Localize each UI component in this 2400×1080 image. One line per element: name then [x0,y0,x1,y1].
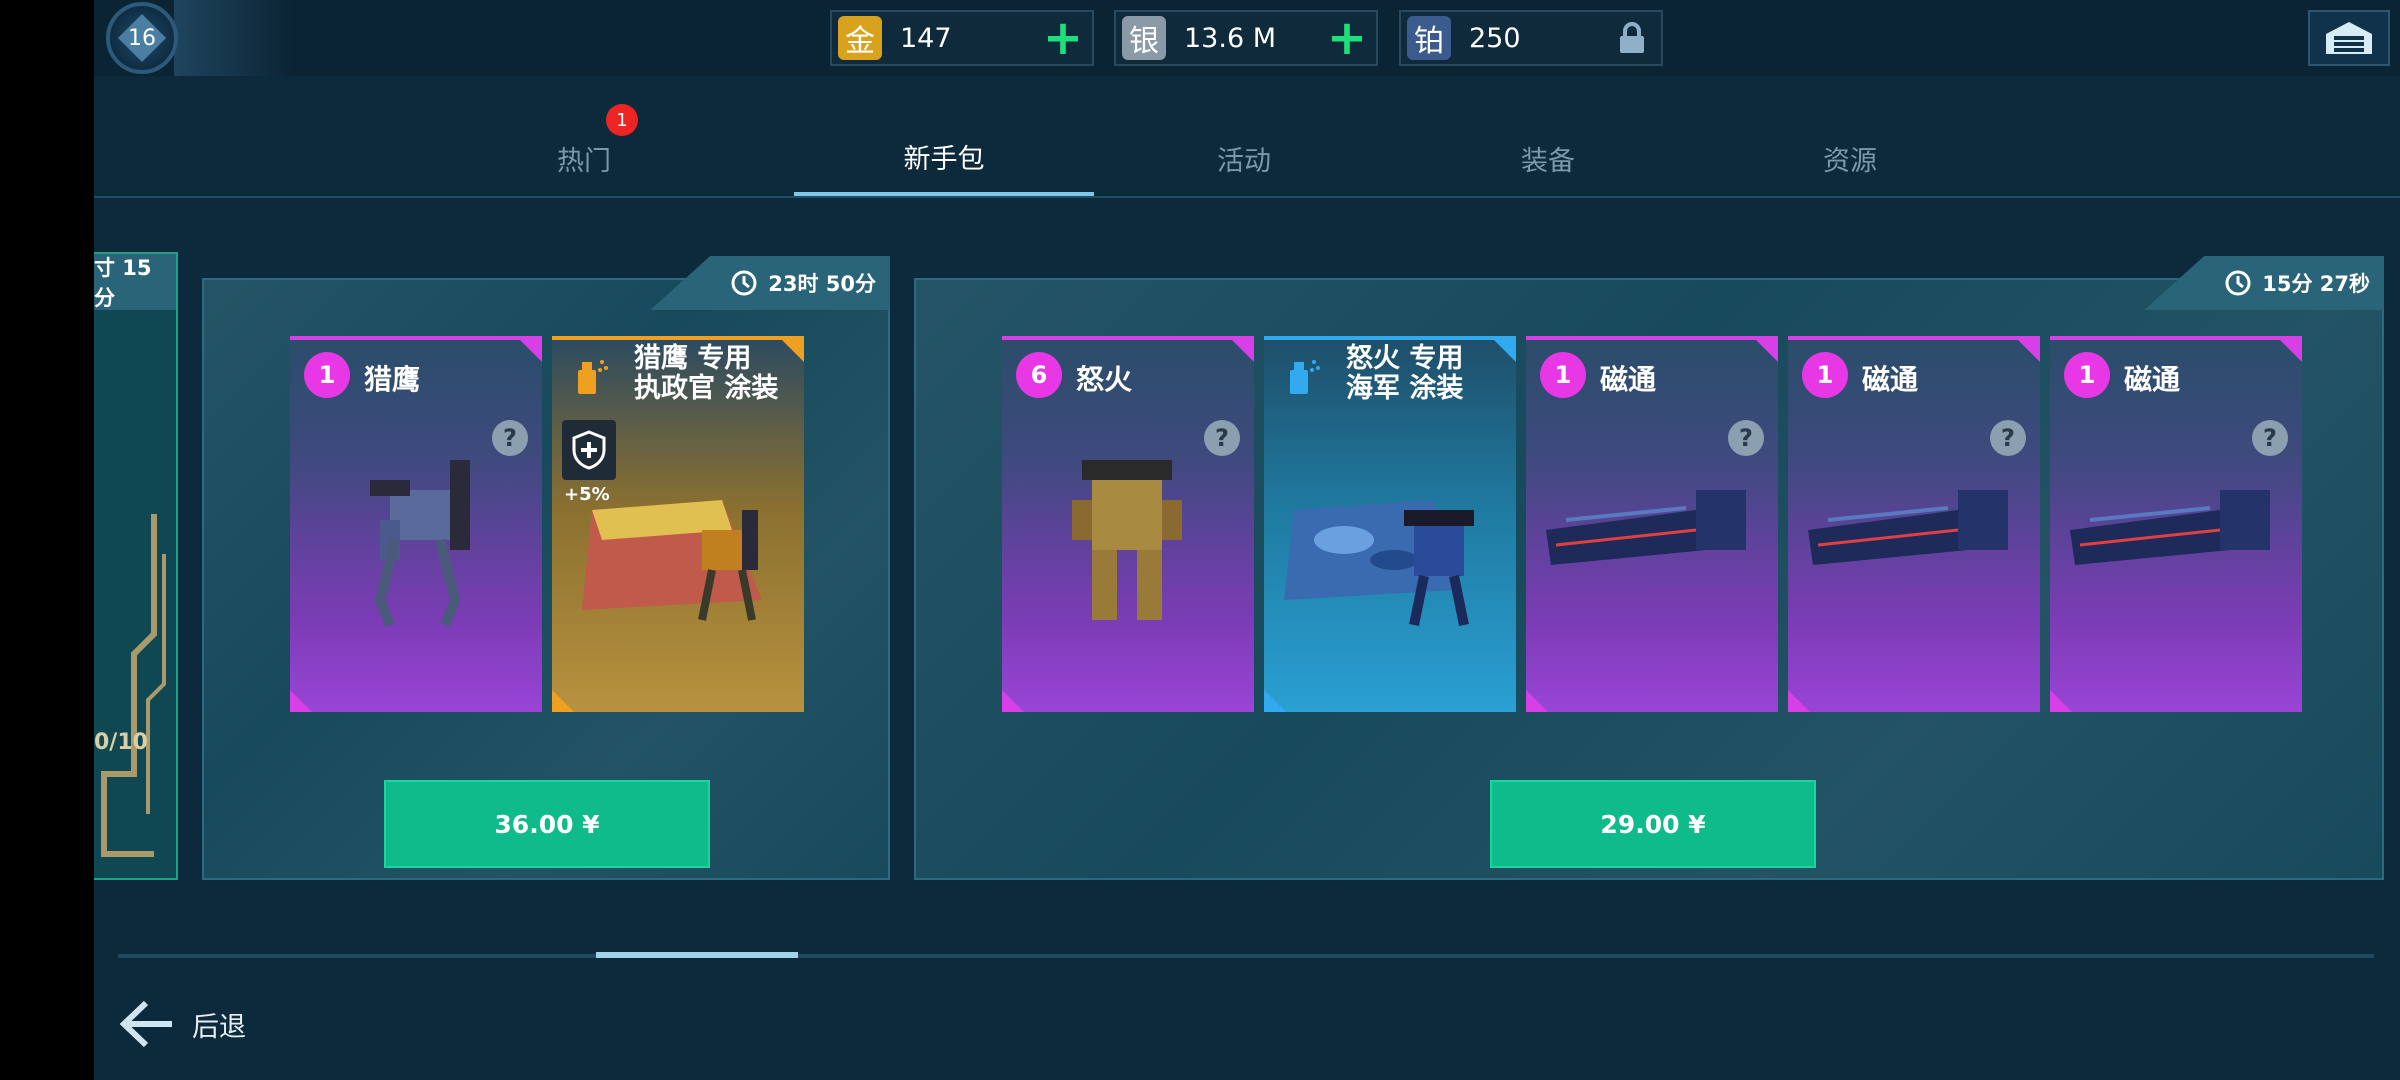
add-gold-button[interactable]: + [1042,10,1084,66]
shop-screen: 16 金 147 + 银 13.6 M + 铂 250 热门 1 新手包 活动 … [94,0,2400,1080]
buy-offer-button[interactable]: 29.00 ¥ [1490,780,1816,868]
scrollbar-thumb[interactable] [596,952,798,958]
item-name: 怒火 专用 海军 涂装 [1346,343,1464,404]
offer-item-card[interactable]: 怒火 专用 海军 涂装 [1264,336,1516,712]
item-name: 磁通 [1862,363,1919,396]
previous-offer-card[interactable]: 寸 15分 0/10 [94,252,178,880]
weapon-flux-icon [1808,490,2008,565]
weapon-flux-icon [1546,490,1746,565]
top-bar: 16 金 147 + 银 13.6 M + 铂 250 [94,0,2400,76]
robot-fury-icon [1072,460,1182,620]
arrow-left-icon [120,1000,172,1048]
item-name: 猎鹰 [364,363,421,396]
tab-hot[interactable]: 热门 1 [434,104,734,196]
offer-timer: 寸 15分 [94,254,176,310]
back-label: 后退 [192,1011,246,1043]
item-name: 磁通 [2124,363,2181,396]
category-tabs: 热门 1 新手包 活动 装备 资源 [94,104,2400,198]
back-button[interactable]: 后退 [120,996,246,1052]
offer-timer: 15分 27秒 [2144,256,2384,310]
buy-offer-button[interactable]: 36.00 ¥ [384,780,710,868]
pattern-decoration [101,514,166,857]
gold-amount: 147 [900,22,952,54]
offer-item-card[interactable]: 1 猎鹰 ? [290,336,542,712]
platinum-icon: 铂 [1407,16,1451,60]
player-level: 16 [128,25,156,51]
navy-skin-preview [1284,500,1474,626]
weapon-flux-icon [2070,490,2270,565]
silver-icon: 银 [1122,16,1166,60]
silver-amount: 13.6 M [1184,22,1276,54]
tab-equipment[interactable]: 装备 [1398,120,1698,196]
item-name: 怒火 [1076,363,1133,396]
tab-events[interactable]: 活动 [1094,120,1394,196]
item-quantity: 1 [1540,352,1586,398]
offer-item-card[interactable]: 6 怒火 ? [1002,336,1254,712]
item-name: 磁通 [1600,363,1657,396]
plus-icon: + [1326,10,1368,66]
archon-skin-preview [582,500,762,621]
clock-icon [731,270,757,296]
offer-item-card[interactable]: 1 磁通 ? [1526,336,1778,712]
add-silver-button[interactable]: + [1326,10,1368,66]
gold-currency: 金 147 + [830,10,1094,66]
item-quantity: 1 [1802,352,1848,398]
clock-icon [2225,270,2251,296]
starter-offer-falcon: 23时 50分 1 猎鹰 ? 猎鹰 专用 执政官 涂装 +5% 36.00 ¥ [202,256,890,880]
offer-timer: 23时 50分 [650,256,890,310]
garage-icon [2326,22,2372,54]
offer-item-card[interactable]: 猎鹰 专用 执政官 涂装 +5% [552,336,804,712]
plus-icon: + [1042,10,1084,66]
item-quantity: 1 [2064,352,2110,398]
gold-icon: 金 [838,16,882,60]
platinum-amount: 250 [1469,22,1521,54]
robot-falcon-icon [370,460,470,627]
tab-starter-pack[interactable]: 新手包 [794,120,1094,196]
lock-icon [1613,19,1651,57]
offers-scrollbar[interactable] [118,952,2374,958]
item-name: 猎鹰 专用 执政官 涂装 [634,343,779,404]
item-quantity: 1 [304,352,350,398]
item-quantity: 6 [1016,352,1062,398]
spray-paint-icon [578,360,608,394]
platinum-currency: 铂 250 [1399,10,1663,66]
tab-resources[interactable]: 资源 [1700,120,2000,196]
garage-button[interactable] [2308,10,2390,66]
player-level-badge[interactable]: 16 [106,2,178,74]
spray-paint-icon [1290,360,1320,394]
offer-item-card[interactable]: 1 磁通 ? [2050,336,2302,712]
offer-item-card[interactable]: 1 磁通 ? [1788,336,2040,712]
silver-currency: 银 13.6 M + [1114,10,1378,66]
notification-badge: 1 [606,104,638,136]
starter-offer-fury: 15分 27秒 6 怒火 ? 怒火 专用 海军 涂装 1 磁通 ? 1 磁通 ?… [914,256,2384,880]
offer-progress: 0/10 [94,730,148,755]
